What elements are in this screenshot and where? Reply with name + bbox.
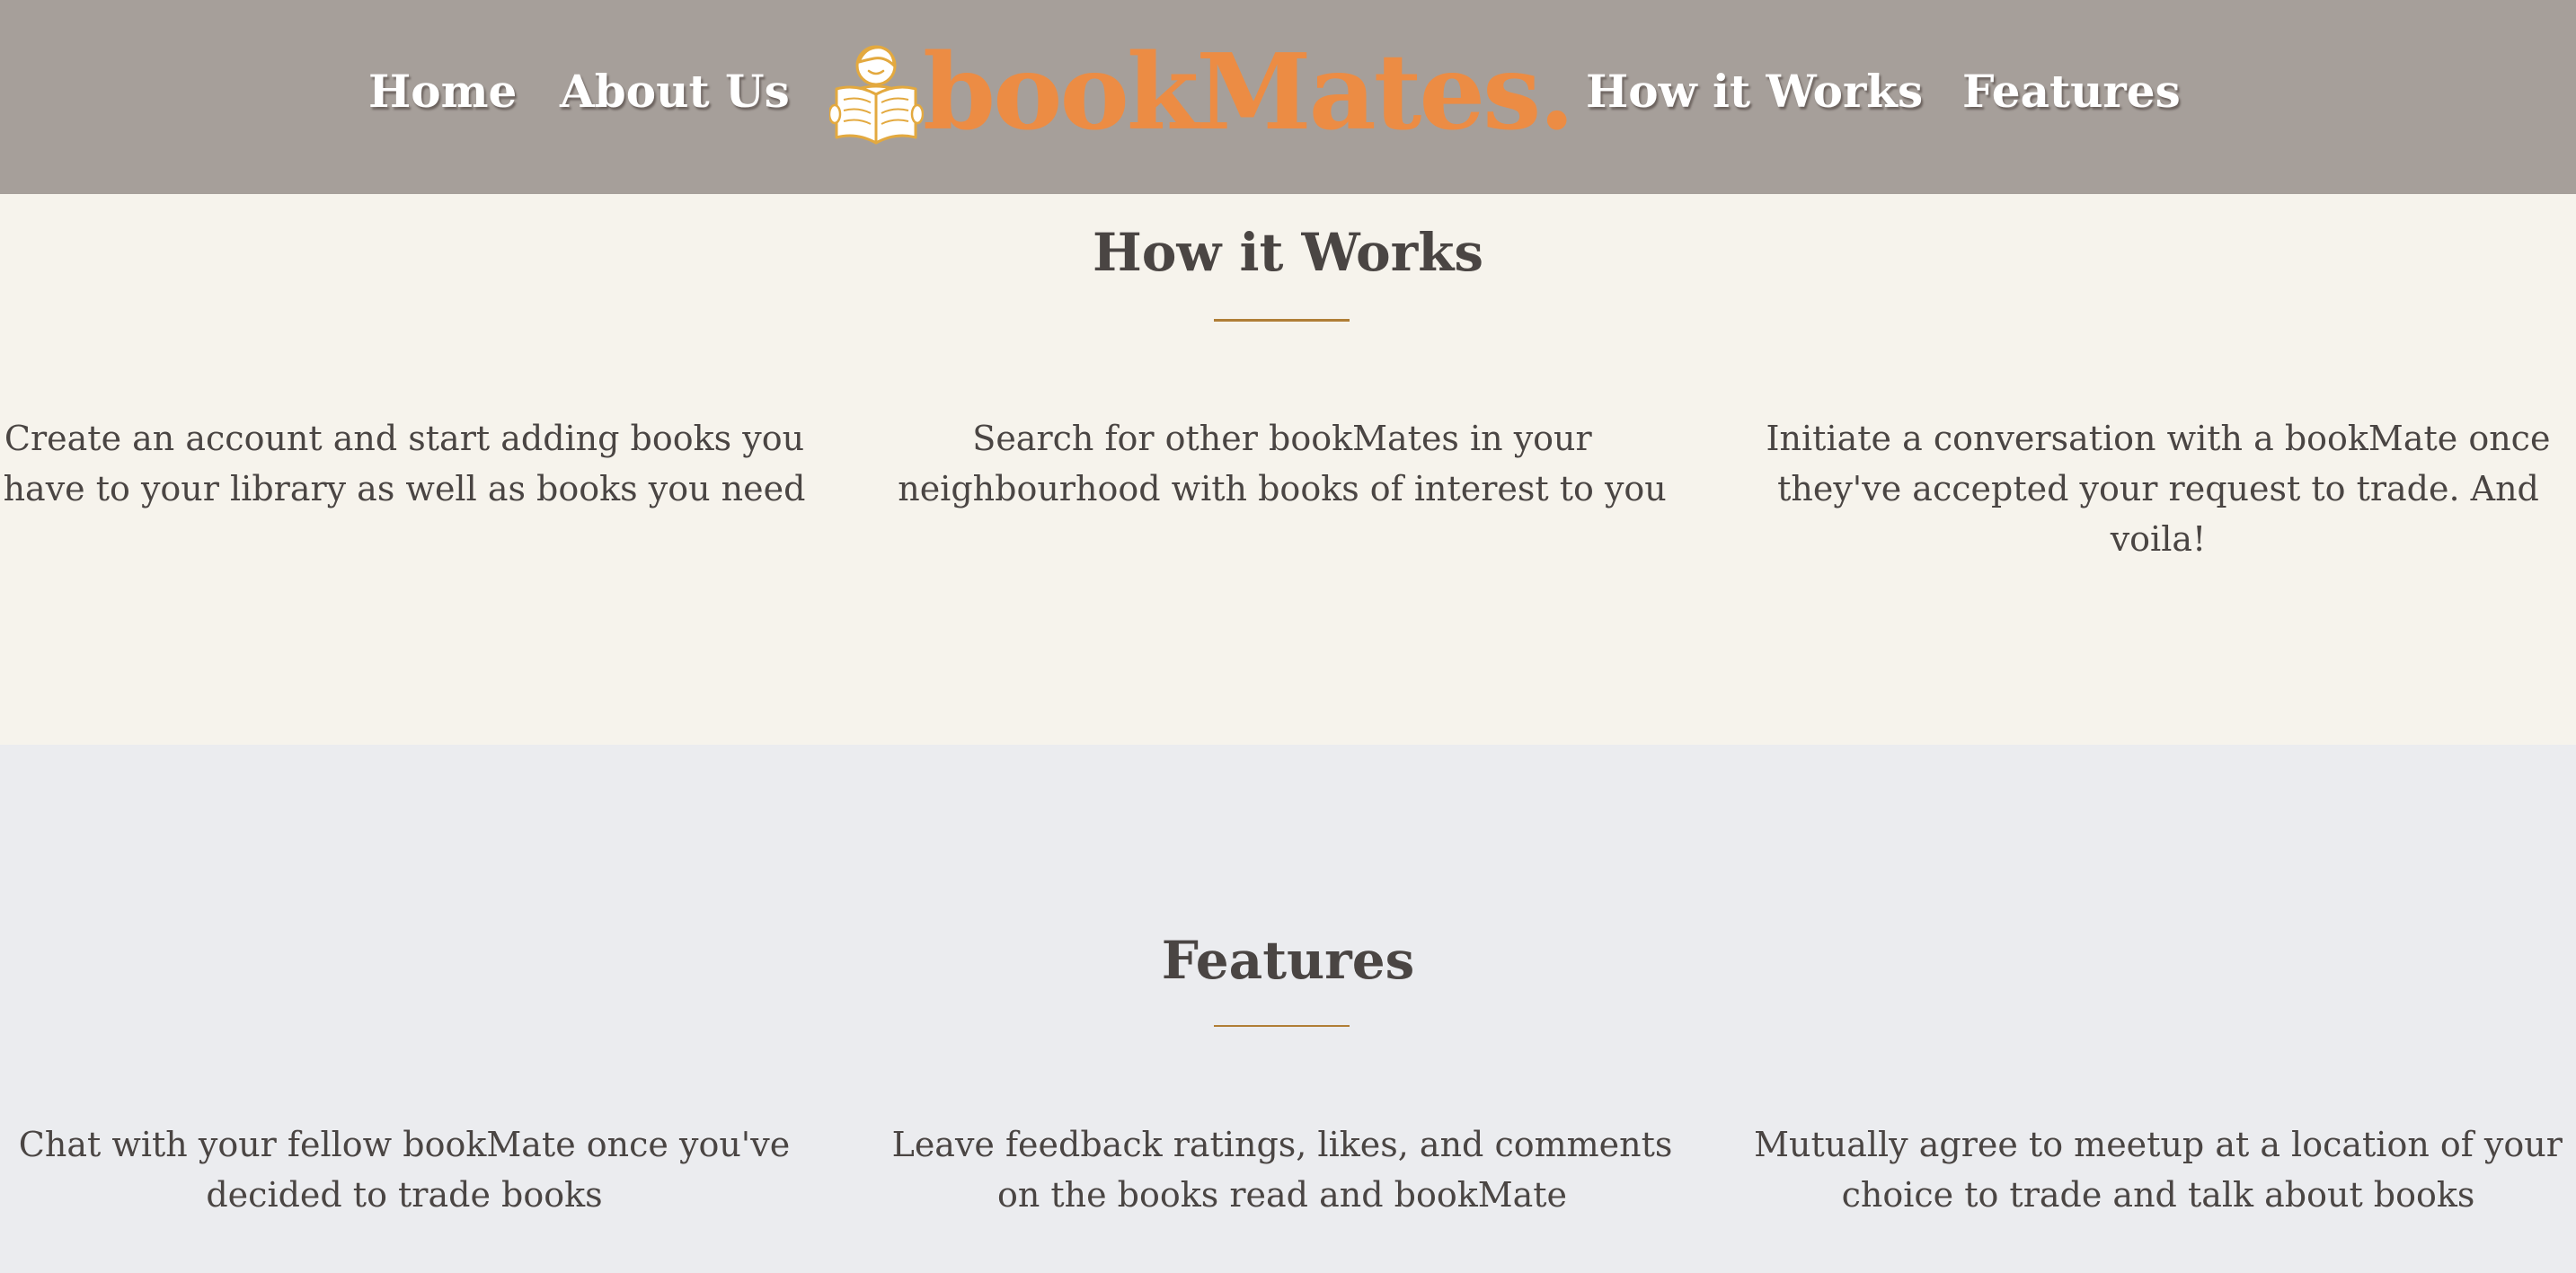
feature-2-text: Leave feedback ratings, likes, and comme…: [891, 1125, 1673, 1215]
how-step-3-text: Initiate a conversation with a bookMate …: [1766, 419, 2551, 559]
nav-link-how-it-works[interactable]: How it Works: [1586, 57, 1923, 126]
nav-link-features[interactable]: Features: [1962, 57, 2181, 126]
features-title: Features: [1161, 930, 1415, 991]
nav-link-home[interactable]: Home: [368, 57, 517, 126]
how-step-1-text: Create an account and start adding books…: [3, 419, 806, 508]
feature-3-text: Mutually agree to meetup at a location o…: [1754, 1125, 2563, 1215]
how-step-2-text: Search for other bookMates in your neigh…: [898, 419, 1667, 508]
bookmates-logo[interactable]: bookMates.: [829, 34, 1575, 151]
features-section: Features Chat with your fellow bookMate …: [0, 745, 2576, 1273]
nav-link-about-us[interactable]: About Us: [560, 57, 790, 126]
navbar: Home About Us bookMates. How it Works Fe…: [0, 0, 2576, 194]
title-divider: [1214, 319, 1350, 322]
reading-person-icon: [829, 45, 924, 145]
logo-wordmark: bookMates.: [923, 31, 1575, 154]
feature-1-text: Chat with your fellow bookMate once you'…: [18, 1125, 791, 1215]
how-it-works-title: How it Works: [1092, 222, 1484, 283]
title-divider: [1214, 1025, 1350, 1027]
how-it-works-section: How it Works Create an account and start…: [0, 194, 2576, 745]
